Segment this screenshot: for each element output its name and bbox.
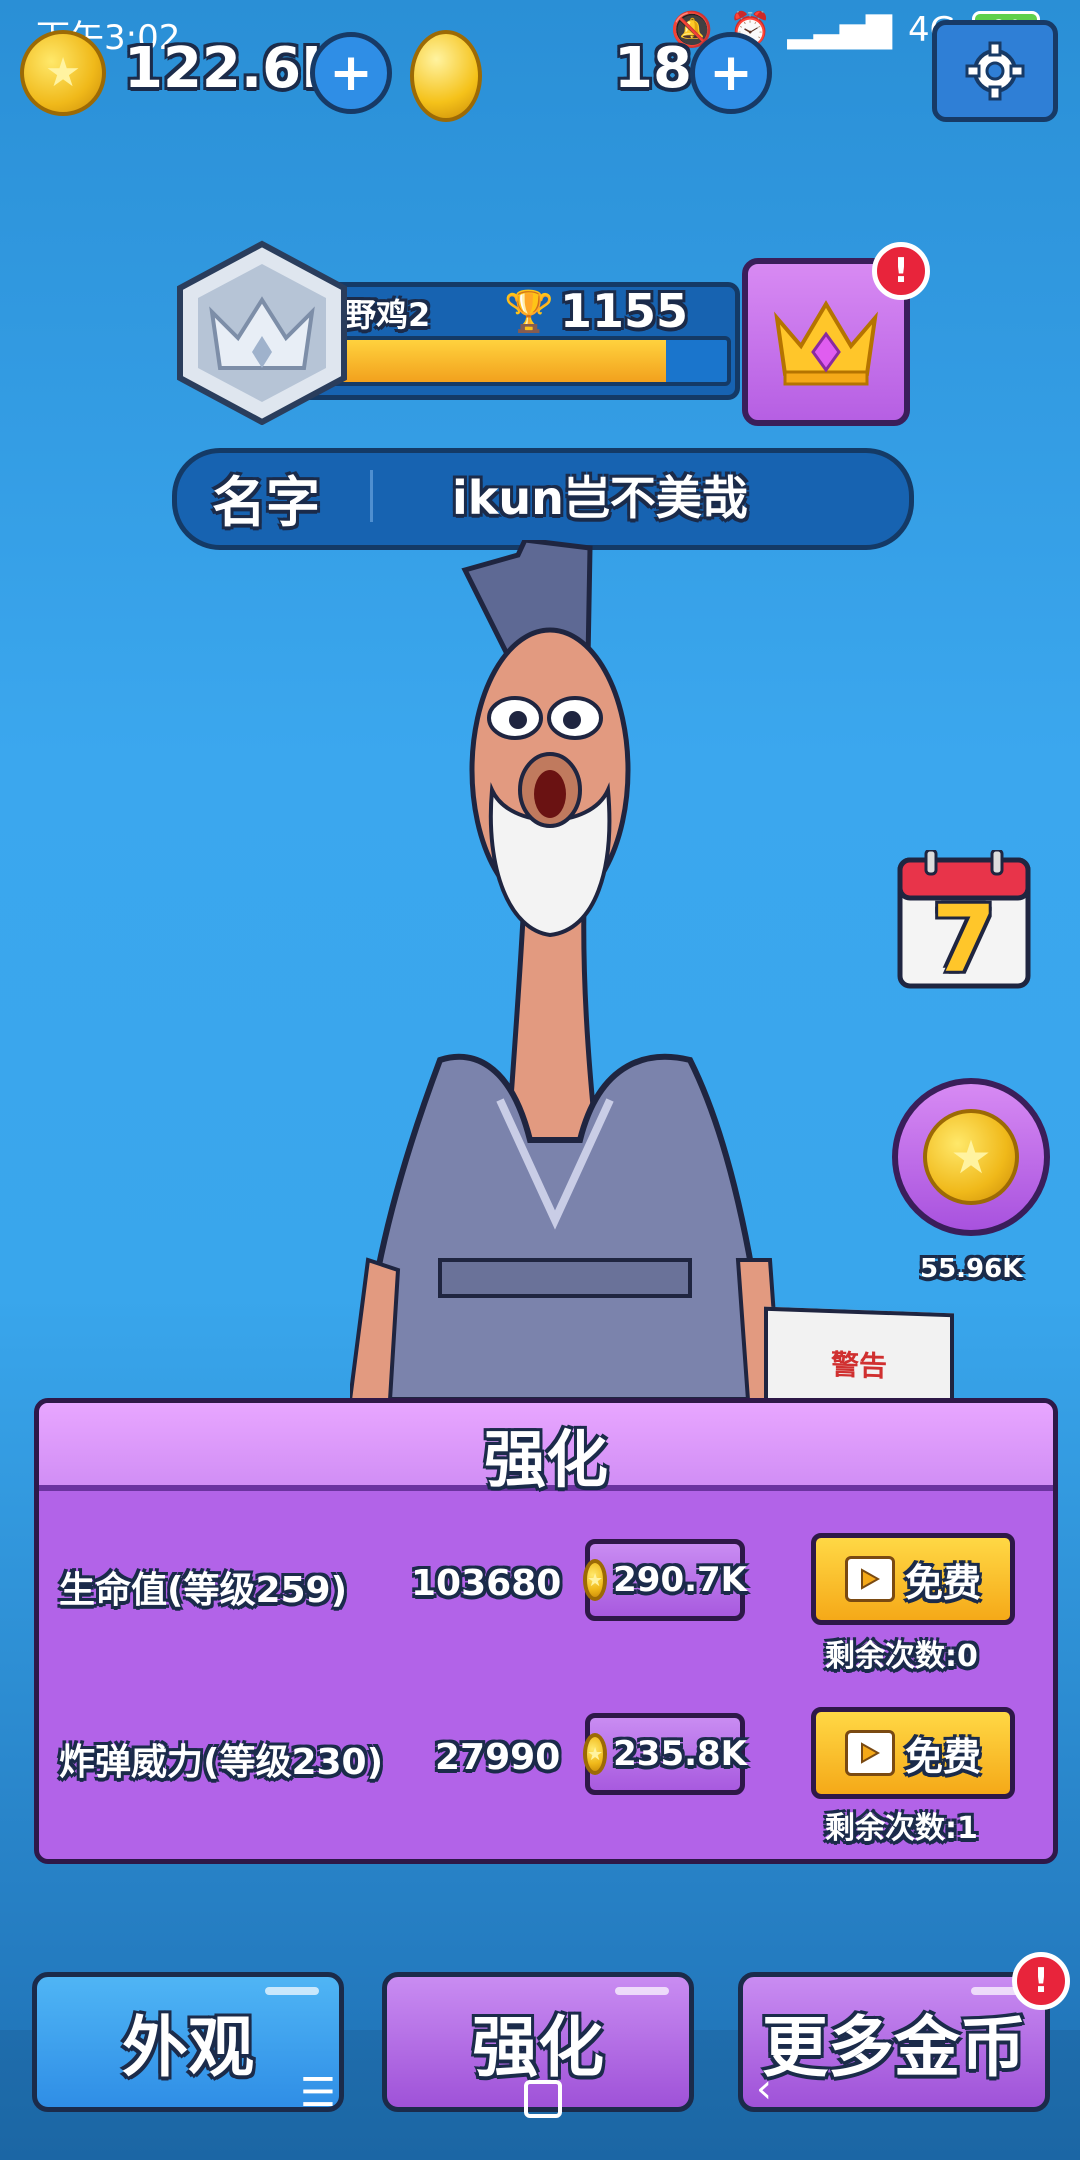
name-label: 名字 (212, 471, 320, 534)
hp-remaining: 剩余次数:0 (825, 1639, 978, 1674)
appearance-tab[interactable]: 外观 (32, 1972, 344, 2112)
upgrade-tab-label: 强化 (472, 2009, 604, 2086)
bomb-power-label: 炸弹威力(等级230) (59, 1742, 384, 1783)
bomb-cost: 235.8K (613, 1734, 748, 1774)
bomb-free-label: 免费 (904, 1734, 981, 1779)
hp-value: 103680 (411, 1563, 562, 1604)
video-icon (844, 1556, 895, 1602)
add-coins-button[interactable]: + (310, 32, 392, 114)
home-icon[interactable] (524, 2080, 562, 2118)
trophy-icon: 🏆 (504, 289, 554, 335)
character (350, 540, 780, 1400)
bomb-power-value: 27990 (435, 1737, 561, 1778)
hp-cost: 290.7K (613, 1560, 748, 1600)
upgrade-title: 强化 (483, 1423, 608, 1496)
trophy-count: 1155 (560, 284, 689, 338)
name-divider (370, 470, 373, 522)
more-coins-alert-icon: ! (1012, 1952, 1070, 2010)
hp-free-label: 免费 (904, 1560, 981, 1605)
video-icon (844, 1730, 895, 1776)
signal-icon: ▂▃▅▇ (787, 10, 893, 50)
gem-balance: 18 (614, 36, 692, 101)
gem-icon (410, 30, 482, 122)
bomb-upgrade-coin-button[interactable]: ★ 235.8K (582, 1713, 748, 1795)
more-coins-label: 更多金币 (762, 2009, 1026, 2086)
settings-button[interactable] (932, 20, 1058, 122)
coin-reward-amount: 55.96K (920, 1254, 1023, 1284)
calendar-day: 7 (931, 886, 996, 993)
appearance-label: 外观 (122, 2009, 254, 2086)
bomb-remaining: 剩余次数:1 (825, 1811, 978, 1846)
hp-upgrade-coin-button[interactable]: ★ 290.7K (582, 1539, 748, 1621)
upgrade-panel: 强化 生命值(等级259) 103680 ★ 290.7K 免费 剩余次数:0 … (34, 1398, 1058, 1864)
gear-icon (965, 41, 1025, 101)
player-name: ikun岂不美哉 (452, 471, 748, 525)
hp-free-upgrade-button[interactable]: 免费 (811, 1533, 1015, 1625)
add-gems-button[interactable]: + (690, 32, 772, 114)
more-coins-tab[interactable]: 更多金币 (738, 1972, 1050, 2112)
rank-progress-fill (322, 340, 667, 382)
coin-icon: ★ (923, 1109, 1019, 1205)
warning-box-label: 警告 (830, 1348, 887, 1383)
hp-label: 生命值(等级259) (59, 1570, 348, 1611)
rank-badge-icon (177, 240, 347, 425)
coin-icon: ★ (582, 1733, 608, 1775)
rank-tier: 野鸡2 (344, 296, 431, 334)
coin-icon: ★ (582, 1559, 608, 1601)
bomb-free-upgrade-button[interactable]: 免费 (811, 1707, 1015, 1799)
crown-alert-icon: ! (872, 242, 930, 300)
coin-reward-button[interactable]: ★ (892, 1078, 1050, 1236)
coin-icon: ★ (20, 30, 106, 116)
crown-icon (774, 300, 878, 386)
menu-icon[interactable]: ☰ (300, 2070, 336, 2116)
back-icon[interactable]: ‹ (756, 2066, 772, 2112)
rank-progress-bar (318, 336, 731, 386)
